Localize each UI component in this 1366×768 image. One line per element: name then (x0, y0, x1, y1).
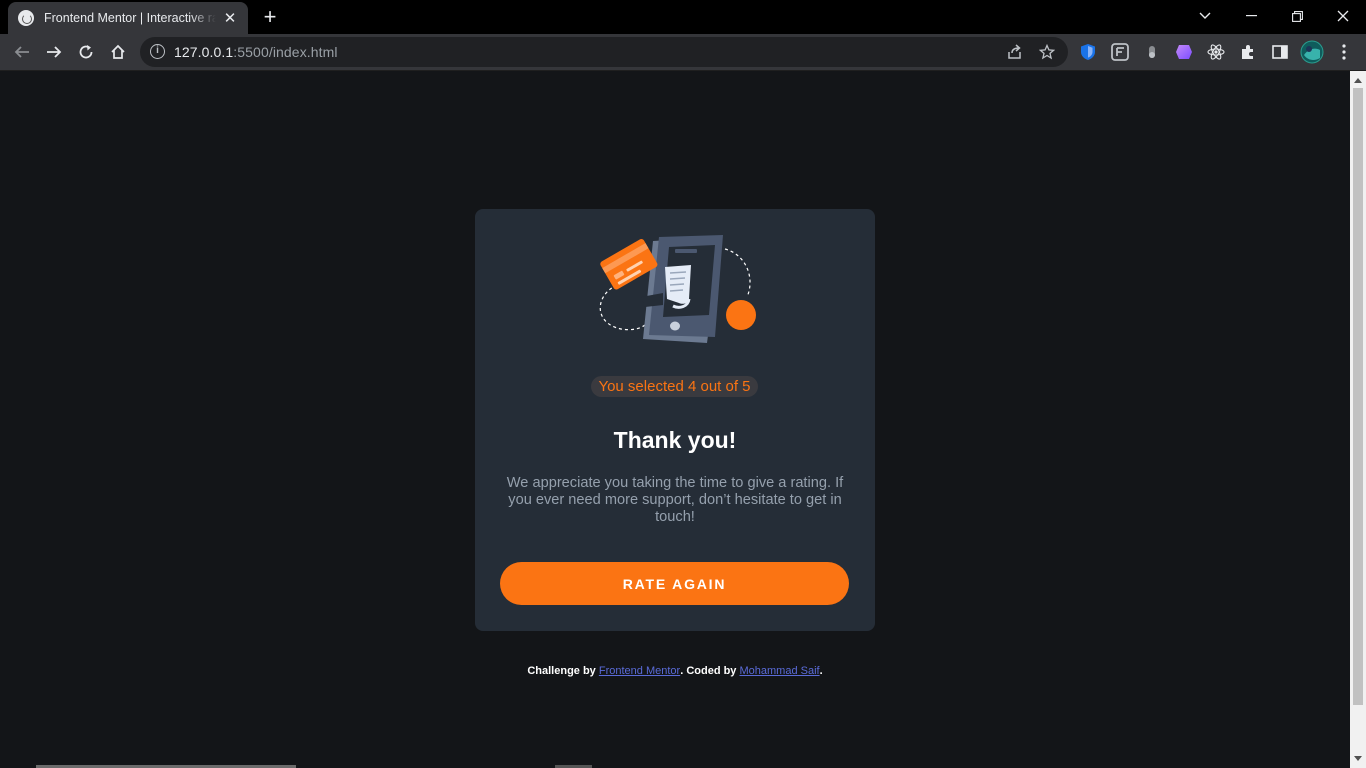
url-text: 127.0.0.1:5500/index.html (174, 44, 338, 60)
scroll-thumb[interactable] (1353, 88, 1363, 705)
home-icon[interactable] (104, 38, 132, 66)
thank-you-heading: Thank you! (613, 427, 737, 453)
back-icon[interactable] (8, 38, 36, 66)
restore-icon[interactable] (1274, 0, 1320, 32)
scroll-down-arrow-icon[interactable] (1354, 756, 1362, 761)
grid-extension-icon[interactable] (1110, 42, 1130, 62)
profile-avatar-icon[interactable] (1300, 40, 1324, 64)
extensions-puzzle-icon[interactable] (1238, 42, 1258, 62)
attribution: Challenge by Frontend Mentor. Coded by M… (0, 665, 1350, 677)
rate-again-button[interactable]: RATE AGAIN (500, 562, 849, 605)
bookmark-star-icon[interactable] (1038, 43, 1056, 61)
thank-you-card: You selected 4 out of 5 Thank you! We ap… (475, 209, 875, 631)
browser-tab[interactable]: Frontend Mentor | Interactive rating com… (8, 2, 248, 34)
attribution-prefix: Challenge by (527, 665, 596, 677)
browser-titlebar: Frontend Mentor | Interactive rating com… (0, 0, 1366, 34)
vertical-scrollbar[interactable] (1350, 71, 1366, 768)
tab-search-icon[interactable] (1182, 0, 1228, 32)
frontend-mentor-link[interactable]: Frontend Mentor (599, 665, 680, 677)
page-viewport: You selected 4 out of 5 Thank you! We ap… (0, 71, 1350, 768)
selection-badge: You selected 4 out of 5 (591, 376, 758, 397)
react-devtools-icon[interactable] (1206, 42, 1226, 62)
reload-icon[interactable] (72, 38, 100, 66)
close-window-icon[interactable] (1320, 0, 1366, 32)
favicon-icon (18, 10, 34, 26)
new-tab-button[interactable]: + (258, 5, 282, 29)
site-info-icon[interactable]: i (150, 44, 165, 59)
scroll-up-arrow-icon[interactable] (1354, 78, 1362, 83)
browser-toolbar: i 127.0.0.1:5500/index.html (0, 34, 1366, 71)
tab-title: Frontend Mentor | Interactive rating com… (44, 11, 216, 25)
address-bar[interactable]: i 127.0.0.1:5500/index.html (140, 37, 1068, 67)
attribution-suffix: . (819, 665, 823, 677)
close-tab-icon[interactable]: ✕ (222, 9, 238, 27)
share-icon[interactable] (1006, 43, 1024, 61)
side-panel-icon[interactable] (1270, 42, 1290, 62)
gradient-extension-icon[interactable] (1174, 42, 1194, 62)
thank-you-message: We appreciate you taking the time to giv… (506, 475, 844, 525)
forward-icon[interactable] (40, 38, 68, 66)
author-link[interactable]: Mohammad Saif (740, 665, 820, 677)
attribution-middle: . Coded by (680, 665, 737, 677)
chrome-menu-icon[interactable] (1334, 42, 1354, 62)
minimize-icon[interactable] (1228, 0, 1274, 32)
payment-illustration (599, 235, 756, 343)
shield-extension-icon[interactable] (1078, 42, 1098, 62)
capsule-extension-icon[interactable] (1142, 42, 1162, 62)
